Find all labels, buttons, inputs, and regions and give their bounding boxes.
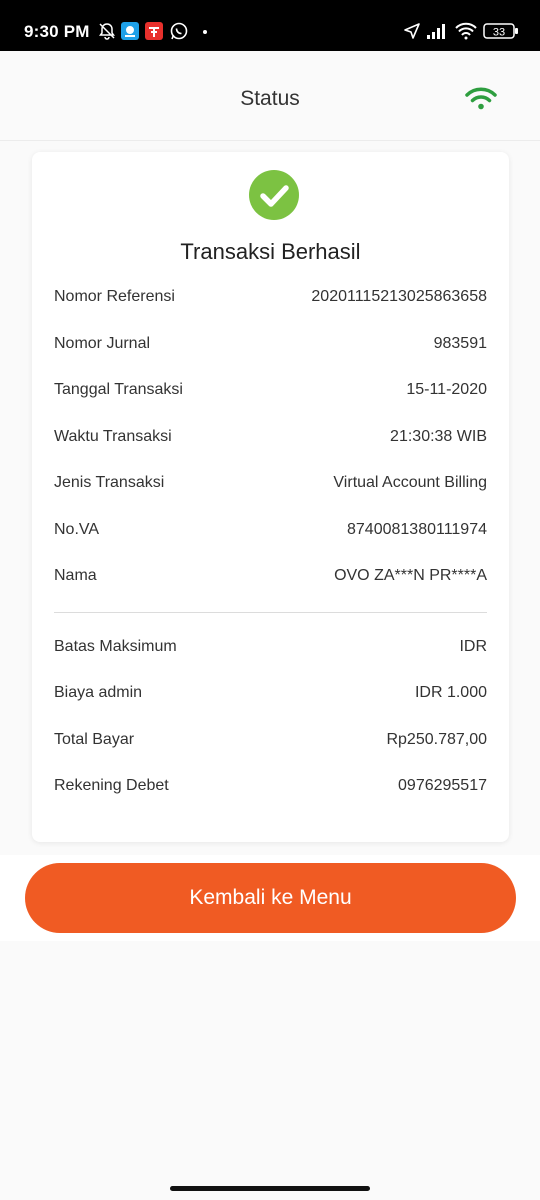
- transaction-receipt-card: Transaksi Berhasil Nomor Referensi 20201…: [32, 152, 509, 842]
- detail-row-transaction-date: Tanggal Transaksi 15-11-2020: [54, 381, 487, 405]
- detail-label: Nama: [54, 567, 97, 584]
- detail-value: IDR 1.000: [414, 684, 487, 701]
- battery-level: 33: [493, 27, 505, 39]
- clock-time: 9:30 PM: [24, 22, 90, 41]
- detail-value: 20201115213025863658: [311, 288, 487, 305]
- detail-row-admin-fee: Biaya admin IDR 1.000: [54, 684, 487, 708]
- success-check-icon: [249, 170, 299, 220]
- detail-value: Virtual Account Billing: [333, 474, 487, 491]
- location-arrow-icon: [404, 23, 420, 39]
- detail-label: Waktu Transaksi: [54, 428, 172, 445]
- detail-value: 15-11-2020: [406, 381, 487, 398]
- detail-row-journal-number: Nomor Jurnal 983591: [54, 335, 487, 359]
- detail-row-debit-account: Rekening Debet 0976295517: [54, 777, 487, 801]
- more-notifications-dot: [203, 30, 207, 34]
- detail-value: OVO ZA***N PR****A: [334, 567, 487, 584]
- app-notification-icon: [145, 22, 163, 40]
- wifi-icon: [455, 22, 477, 40]
- transaction-status-headline: Transaksi Berhasil: [180, 239, 361, 264]
- app-notification-icon: [121, 22, 139, 40]
- back-to-menu-button[interactable]: Kembali ke Menu: [25, 863, 516, 933]
- home-gesture-bar[interactable]: [170, 1186, 370, 1191]
- detail-row-name: Nama OVO ZA***N PR****A: [54, 567, 487, 591]
- detail-value: 8740081380111974: [347, 521, 487, 538]
- detail-label: Nomor Referensi: [54, 288, 175, 305]
- detail-value: Rp250.787,00: [386, 731, 487, 748]
- system-status-bar: 9:30 PM 33: [0, 0, 540, 51]
- detail-label: No.VA: [54, 521, 100, 538]
- detail-row-total-paid: Total Bayar Rp250.787,00: [54, 731, 487, 755]
- detail-row-transaction-type: Jenis Transaksi Virtual Account Billing: [54, 474, 487, 498]
- detail-label: Batas Maksimum: [54, 638, 177, 655]
- detail-label: Total Bayar: [54, 731, 135, 748]
- wifi-icon: [465, 87, 497, 110]
- page-title: Status: [240, 87, 300, 110]
- detail-label: Nomor Jurnal: [54, 335, 151, 352]
- detail-row-max-limit: Batas Maksimum IDR: [54, 638, 487, 662]
- muted-bell-icon: [99, 23, 115, 40]
- detail-label: Jenis Transaksi: [54, 474, 165, 491]
- signal-icon: [427, 24, 445, 39]
- section-divider: [54, 612, 487, 613]
- detail-label: Biaya admin: [54, 684, 143, 701]
- detail-value: 983591: [433, 335, 487, 352]
- detail-value: IDR: [459, 638, 487, 655]
- app-header: Status: [0, 51, 540, 141]
- detail-row-transaction-time: Waktu Transaksi 21:30:38 WIB: [54, 428, 487, 452]
- detail-value: 21:30:38 WIB: [390, 428, 487, 445]
- detail-row-va-number: No.VA 8740081380111974: [54, 521, 487, 545]
- detail-label: Rekening Debet: [54, 777, 169, 794]
- whatsapp-icon: [170, 22, 188, 40]
- detail-label: Tanggal Transaksi: [54, 381, 183, 398]
- detail-row-reference-number: Nomor Referensi 20201115213025863658: [54, 288, 487, 312]
- detail-value: 0976295517: [398, 777, 487, 794]
- battery-icon: 33: [483, 23, 518, 39]
